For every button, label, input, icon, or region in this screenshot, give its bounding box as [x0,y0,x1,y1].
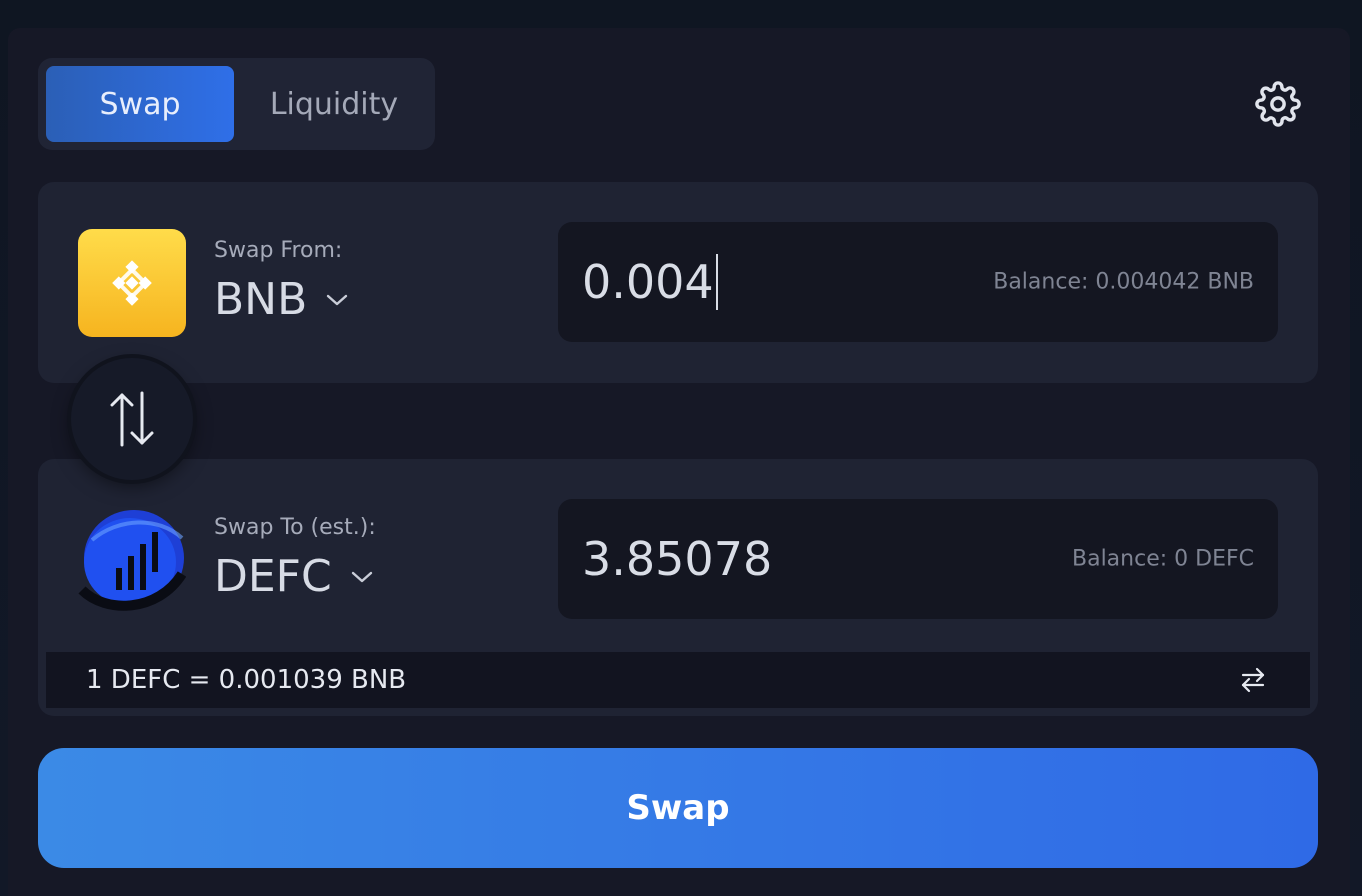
chevron-down-icon [351,571,372,582]
to-token-selector[interactable]: DEFC [214,551,374,602]
to-amount-value: 3.85078 [582,532,773,586]
from-amount-value-wrap: 0.004 [582,254,718,310]
gear-icon [1255,81,1301,127]
from-token-symbol: BNB [214,274,308,325]
swap-horizontal-arrows-icon [1241,667,1265,693]
settings-button[interactable] [1252,78,1304,130]
swap-from-caption: Swap From: [214,238,343,263]
exchange-rate-row: 1 DEFC = 0.001039 BNB [46,652,1310,708]
to-token-symbol: DEFC [214,551,332,602]
bnb-logo-icon [78,229,186,337]
from-balance: Balance: 0.004042 BNB [993,269,1254,295]
to-balance: Balance: 0 DEFC [1072,546,1254,572]
exchange-rate-text: 1 DEFC = 0.001039 BNB [86,665,407,695]
swap-to-panel: Swap To (est.): DEFC 3.85078 Balance: 0 … [38,459,1318,716]
tab-liquidity[interactable]: Liquidity [244,66,424,142]
swap-to-caption: Swap To (est.): [214,515,376,540]
tab-bar: Swap Liquidity [38,58,435,150]
page: Swap Liquidity Swap From: BNB 0.004 Bala… [0,0,1362,896]
from-amount-value: 0.004 [582,255,714,309]
defc-logo-icon [78,504,186,612]
from-token-selector[interactable]: BNB [214,274,349,325]
swap-vertical-arrows-icon [110,391,154,447]
tab-swap[interactable]: Swap [46,66,234,142]
chevron-down-icon [327,294,348,305]
to-amount-input[interactable]: 3.85078 Balance: 0 DEFC [558,499,1278,619]
text-caret [715,254,718,310]
rate-invert-button[interactable] [1236,664,1270,696]
switch-direction-button[interactable] [71,358,193,480]
from-amount-input[interactable]: 0.004 Balance: 0.004042 BNB [558,222,1278,342]
swap-from-panel: Swap From: BNB 0.004 Balance: 0.004042 B… [38,182,1318,383]
swap-submit-button[interactable]: Swap [38,748,1318,868]
